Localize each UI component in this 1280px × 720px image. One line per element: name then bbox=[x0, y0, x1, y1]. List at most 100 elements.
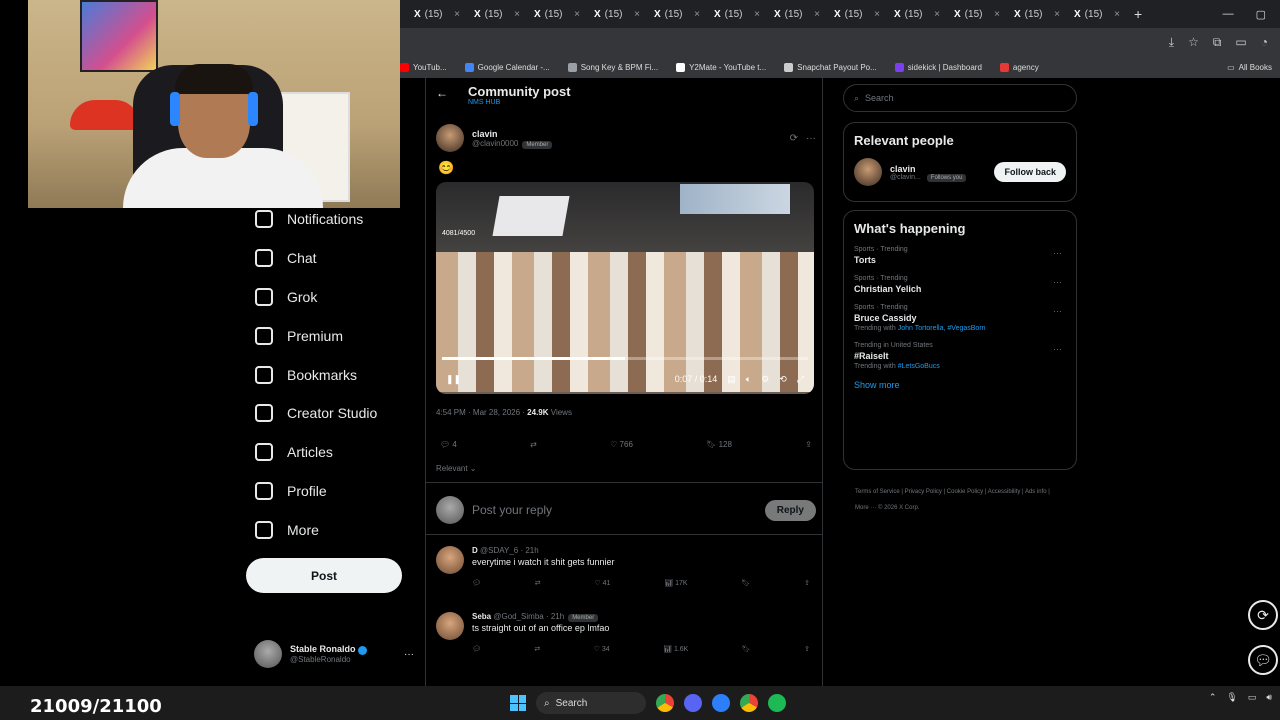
sidepanel-icon[interactable]: ▭ bbox=[1235, 35, 1246, 49]
star-icon[interactable]: ☆ bbox=[1188, 35, 1199, 49]
messages-float-icon[interactable]: 💬︎ bbox=[1248, 645, 1278, 675]
close-icon[interactable]: × bbox=[454, 9, 460, 20]
chevron-up-icon[interactable]: ⌃ bbox=[1209, 692, 1217, 703]
video-player[interactable]: 4081/4500 ❚❚ 0:07 / 0:14 ▤ 🔈︎ ⚙︎ ⟲ ⤢ bbox=[436, 182, 814, 394]
repost-icon[interactable]: ⇄ bbox=[534, 645, 540, 653]
more-icon[interactable]: ··· bbox=[404, 649, 414, 660]
views-action[interactable]: 📊︎ 1.6K bbox=[663, 645, 688, 653]
sort-relevant[interactable]: Relevant ⌄ bbox=[436, 464, 477, 473]
browser-tab[interactable]: X (15) × bbox=[528, 3, 586, 25]
browser-tab[interactable]: X (15) × bbox=[408, 3, 466, 25]
minimize-icon[interactable]: — bbox=[1223, 8, 1234, 20]
bookmark-action[interactable]: 🔖︎ 128 bbox=[706, 440, 732, 449]
nav-item-articles[interactable]: Articles bbox=[246, 433, 416, 472]
extensions-icon[interactable]: ⧉ bbox=[1213, 35, 1222, 50]
close-icon[interactable]: × bbox=[634, 9, 640, 20]
views-action[interactable]: 📊︎ 17K bbox=[664, 579, 687, 587]
trend-item[interactable]: Sports · Trending Torts ··· bbox=[854, 246, 1066, 265]
close-icon[interactable]: × bbox=[994, 9, 1000, 20]
avatar[interactable] bbox=[436, 546, 464, 574]
reply-icon[interactable]: 💬︎ bbox=[472, 645, 481, 653]
account-switcher[interactable]: Stable Ronaldo @StableRonaldo ··· bbox=[254, 640, 414, 668]
trend-tags[interactable]: #LetsGoBucs bbox=[898, 363, 940, 370]
browser-tab[interactable]: X (15) × bbox=[948, 3, 1006, 25]
settings-icon[interactable]: ⚙︎ bbox=[761, 374, 769, 385]
all-bookmarks[interactable]: ▭ All Books bbox=[1227, 63, 1280, 72]
nav-item-grok[interactable]: Grok bbox=[246, 278, 416, 317]
close-icon[interactable]: × bbox=[514, 9, 520, 20]
nav-item-bookmarks[interactable]: Bookmarks bbox=[246, 355, 416, 394]
fullscreen-icon[interactable]: ⤢ bbox=[797, 374, 804, 385]
search-input[interactable]: ⌕ Search bbox=[843, 84, 1077, 112]
browser-tab[interactable]: X (15) × bbox=[708, 3, 766, 25]
bookmark-item[interactable]: sidekick | Dashboard bbox=[894, 62, 982, 72]
comment-author[interactable]: Seba bbox=[472, 612, 491, 621]
close-icon[interactable]: × bbox=[574, 9, 580, 20]
chrome-icon[interactable] bbox=[740, 694, 758, 712]
browser-tab[interactable]: X (15) × bbox=[468, 3, 526, 25]
profile-icon[interactable]: ◔ bbox=[1261, 35, 1268, 49]
install-icon[interactable]: ⤓ bbox=[1169, 35, 1174, 50]
follow-back-button[interactable]: Follow back bbox=[994, 162, 1066, 182]
footer-links[interactable]: Terms of Service | Privacy Policy | Cook… bbox=[855, 484, 1065, 516]
close-icon[interactable]: × bbox=[874, 9, 880, 20]
trend-tags[interactable]: John Tortorella, #VegasBorn bbox=[898, 325, 986, 332]
bookmark-item[interactable]: YouTub... bbox=[400, 62, 447, 72]
close-icon[interactable]: × bbox=[814, 9, 820, 20]
reply-icon[interactable]: 💬︎ bbox=[472, 579, 481, 587]
show-more-link[interactable]: Show more bbox=[854, 380, 1066, 390]
close-icon[interactable]: × bbox=[694, 9, 700, 20]
capcut-icon[interactable] bbox=[712, 694, 730, 712]
browser-tab[interactable]: X (15) × bbox=[648, 3, 706, 25]
repost-icon[interactable]: ⇄ bbox=[530, 440, 537, 449]
like-action[interactable]: ♡ 766 bbox=[610, 440, 633, 449]
trend-item[interactable]: Sports · Trending Christian Yelich ··· bbox=[854, 275, 1066, 294]
trend-item[interactable]: Trending in United States #RaiseIt Trend… bbox=[854, 342, 1066, 370]
repost-icon[interactable]: ⇄ bbox=[535, 579, 541, 587]
browser-tab[interactable]: X (15) × bbox=[828, 3, 886, 25]
share-icon[interactable]: ⇪ bbox=[804, 645, 810, 653]
video-progress-bar[interactable] bbox=[442, 357, 808, 360]
more-icon[interactable]: ··· bbox=[1053, 306, 1062, 316]
avatar[interactable] bbox=[436, 612, 464, 640]
bookmark-icon[interactable]: 🔖︎ bbox=[742, 645, 751, 653]
community-name[interactable]: NMS HUB bbox=[468, 99, 571, 106]
more-icon[interactable]: ··· bbox=[1053, 277, 1062, 287]
volume-icon[interactable]: 🔈︎ bbox=[746, 374, 751, 385]
browser-tab[interactable]: X (15) × bbox=[588, 3, 646, 25]
nav-item-more[interactable]: More bbox=[246, 510, 416, 549]
comment-handle[interactable]: @SDAY_6 · 21h bbox=[480, 546, 539, 555]
close-icon[interactable]: × bbox=[934, 9, 940, 20]
discord-icon[interactable] bbox=[684, 694, 702, 712]
pause-icon[interactable]: ❚❚ bbox=[446, 374, 461, 385]
nav-item-profile[interactable]: Profile bbox=[246, 472, 416, 511]
comment[interactable]: D @SDAY_6 · 21h everytime i watch it shi… bbox=[436, 546, 816, 587]
close-icon[interactable]: × bbox=[754, 9, 760, 20]
nav-item-premium[interactable]: Premium bbox=[246, 316, 416, 355]
more-icon[interactable]: ··· bbox=[1053, 248, 1062, 258]
relevant-person[interactable]: clavin @clavin... Follows you Follow bac… bbox=[854, 158, 1066, 186]
nav-item-notifications[interactable]: Notifications bbox=[246, 200, 416, 239]
share-icon[interactable]: ⇪ bbox=[805, 440, 812, 449]
comment-author[interactable]: D bbox=[472, 546, 478, 555]
author-name[interactable]: clavin bbox=[472, 129, 552, 139]
share-icon[interactable]: ⇪ bbox=[804, 579, 810, 587]
browser-tab[interactable]: X (15) × bbox=[1068, 3, 1126, 25]
windows-start-icon[interactable] bbox=[510, 695, 526, 711]
address-bar[interactable]: ⤓ ☆ ⧉ ▭ ◔ bbox=[400, 28, 1280, 56]
bookmark-item[interactable]: agency bbox=[999, 62, 1039, 72]
reply-input[interactable]: Post your reply bbox=[472, 503, 757, 517]
nav-item-chat[interactable]: Chat bbox=[246, 239, 416, 278]
bookmark-icon[interactable]: 🔖︎ bbox=[741, 579, 750, 587]
captions-icon[interactable]: ▤ bbox=[727, 374, 736, 385]
bookmark-item[interactable]: Snapchat Payout Po... bbox=[784, 62, 877, 72]
taskbar-search[interactable]: ⌕ Search bbox=[536, 692, 646, 714]
bookmark-item[interactable]: Y2Mate - YouTube t... bbox=[676, 62, 766, 72]
spotify-icon[interactable] bbox=[768, 694, 786, 712]
network-icon[interactable]: ▭ bbox=[1248, 692, 1257, 703]
comment[interactable]: Seba @God_Simba · 21h Member ts straight … bbox=[436, 612, 816, 653]
nav-item-creator-studio[interactable]: Creator Studio bbox=[246, 394, 416, 433]
post-button[interactable]: Post bbox=[246, 558, 402, 593]
comment-handle[interactable]: @God_Simba · 21h bbox=[493, 612, 564, 621]
avatar[interactable] bbox=[854, 158, 882, 186]
